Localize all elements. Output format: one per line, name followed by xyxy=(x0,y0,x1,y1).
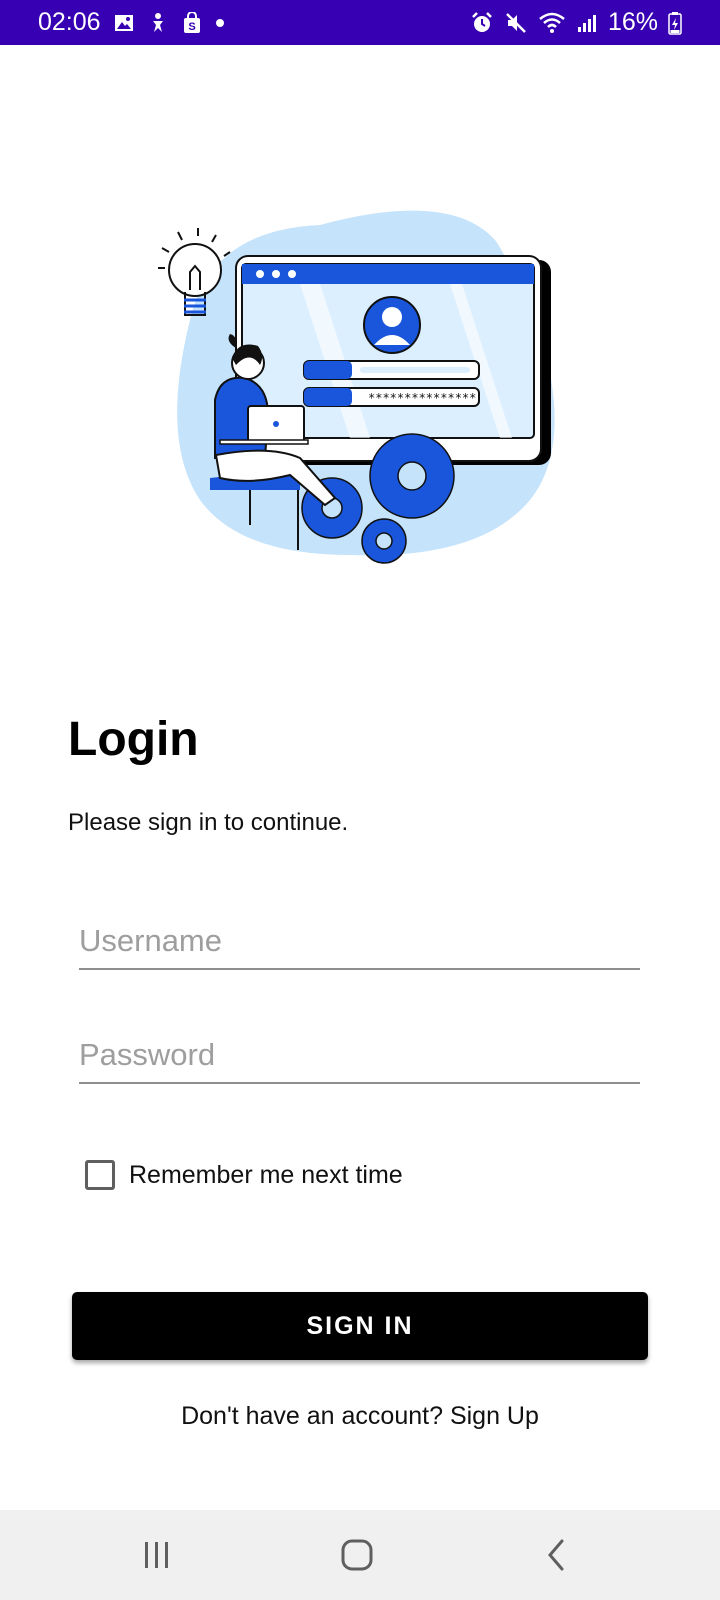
home-button[interactable] xyxy=(317,1528,397,1582)
alarm-icon xyxy=(470,11,494,35)
status-time: 02:06 xyxy=(38,8,101,36)
remember-me-checkbox[interactable] xyxy=(85,1160,115,1190)
password-input[interactable] xyxy=(79,1028,640,1084)
back-icon xyxy=(548,1539,564,1571)
sign-in-button[interactable]: SIGN IN xyxy=(72,1292,648,1360)
status-right: 16% xyxy=(470,8,682,37)
signal-icon xyxy=(576,12,598,34)
battery-percent: 16% xyxy=(607,8,658,36)
mute-icon xyxy=(504,11,528,35)
login-screen: 02:06 S 16% *************** Login Please… xyxy=(0,0,720,1600)
wifi-icon xyxy=(538,11,566,35)
back-button[interactable] xyxy=(517,1528,597,1582)
page-subtitle: Please sign in to continue. xyxy=(68,809,349,836)
login-illustration: *************** xyxy=(150,200,570,590)
svg-text:S: S xyxy=(188,21,195,33)
status-bar: 02:06 S 16% xyxy=(0,0,720,45)
battery-icon xyxy=(668,11,682,35)
username-input[interactable] xyxy=(79,914,640,970)
dot-icon xyxy=(215,18,225,28)
page-title: Login xyxy=(68,713,199,766)
status-left: 02:06 S xyxy=(38,8,225,37)
accessibility-icon xyxy=(147,12,169,34)
sign-up-link[interactable]: Don't have an account? Sign Up xyxy=(0,1402,720,1431)
shopping-bag-icon: S xyxy=(181,11,203,34)
navigation-bar xyxy=(0,1510,720,1600)
remember-me-row[interactable]: Remember me next time xyxy=(85,1160,403,1190)
recents-icon xyxy=(145,1542,168,1568)
recents-button[interactable] xyxy=(117,1528,197,1582)
gallery-icon xyxy=(113,12,135,34)
svg-text:***************: *************** xyxy=(368,391,476,405)
remember-me-label[interactable]: Remember me next time xyxy=(129,1161,403,1190)
home-icon xyxy=(341,1539,373,1571)
